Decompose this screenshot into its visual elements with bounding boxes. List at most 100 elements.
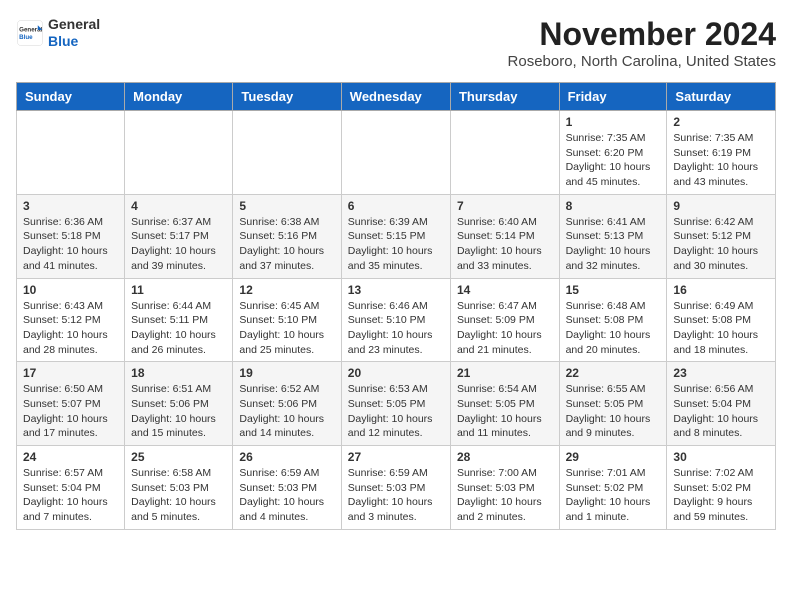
weekday-header-saturday: Saturday [667, 83, 776, 111]
calendar-cell: 3 Sunrise: 6:36 AM Sunset: 5:18 PM Daylig… [17, 194, 125, 278]
week-row-4: 17 Sunrise: 6:50 AM Sunset: 5:07 PM Dayli… [17, 362, 776, 446]
calendar-cell: 14 Sunrise: 6:47 AM Sunset: 5:09 PM Dayli… [450, 278, 559, 362]
day-number: 26 [239, 450, 334, 464]
day-info: Sunrise: 6:50 AM Sunset: 5:07 PM Dayligh… [23, 382, 118, 441]
weekday-header-thursday: Thursday [450, 83, 559, 111]
calendar-cell: 8Sunrise: 6:41 AM Sunset: 5:13 PM Daylig… [559, 194, 667, 278]
weekday-header-friday: Friday [559, 83, 667, 111]
day-info: Sunrise: 7:35 AM Sunset: 6:20 PM Dayligh… [566, 131, 661, 190]
svg-text:Blue: Blue [19, 34, 33, 41]
calendar-cell: 9 Sunrise: 6:42 AM Sunset: 5:12 PM Daylig… [667, 194, 776, 278]
day-number: 29 [566, 450, 661, 464]
day-number: 9 [673, 199, 769, 213]
day-info: Sunrise: 6:48 AM Sunset: 5:08 PM Dayligh… [566, 299, 661, 358]
calendar-cell: 20Sunrise: 6:53 AM Sunset: 5:05 PM Dayli… [341, 362, 450, 446]
logo-text-general: General [48, 16, 100, 33]
logo-icon: General Blue [16, 19, 44, 47]
calendar-cell: 28 Sunrise: 7:00 AM Sunset: 5:03 PM Dayli… [450, 446, 559, 530]
day-info: Sunrise: 6:58 AM Sunset: 5:03 PM Dayligh… [131, 466, 226, 525]
day-info: Sunrise: 7:01 AM Sunset: 5:02 PM Dayligh… [566, 466, 661, 525]
calendar-cell: 26 Sunrise: 6:59 AM Sunset: 5:03 PM Dayli… [233, 446, 341, 530]
week-row-3: 10 Sunrise: 6:43 AM Sunset: 5:12 PM Dayli… [17, 278, 776, 362]
day-info: Sunrise: 6:36 AM Sunset: 5:18 PM Dayligh… [23, 215, 118, 274]
day-number: 7 [457, 199, 553, 213]
day-number: 12 [239, 283, 334, 297]
day-number: 13 [348, 283, 444, 297]
day-number: 15 [566, 283, 661, 297]
day-info: Sunrise: 6:46 AM Sunset: 5:10 PM Dayligh… [348, 299, 444, 358]
day-number: 21 [457, 366, 553, 380]
day-number: 30 [673, 450, 769, 464]
day-number: 14 [457, 283, 553, 297]
logo: General Blue General Blue [16, 16, 100, 50]
day-info: Sunrise: 6:49 AM Sunset: 5:08 PM Dayligh… [673, 299, 769, 358]
day-number: 3 [23, 199, 118, 213]
calendar-cell: 2 Sunrise: 7:35 AM Sunset: 6:19 PM Daylig… [667, 111, 776, 195]
month-title: November 2024 [508, 16, 776, 53]
calendar-cell: 7 Sunrise: 6:40 AM Sunset: 5:14 PM Daylig… [450, 194, 559, 278]
day-number: 16 [673, 283, 769, 297]
day-info: Sunrise: 7:35 AM Sunset: 6:19 PM Dayligh… [673, 131, 769, 190]
title-block: November 2024 Roseboro, North Carolina, … [508, 16, 776, 70]
calendar-cell: 17 Sunrise: 6:50 AM Sunset: 5:07 PM Dayli… [17, 362, 125, 446]
calendar-cell: 1 Sunrise: 7:35 AM Sunset: 6:20 PM Daylig… [559, 111, 667, 195]
calendar-cell: 19 Sunrise: 6:52 AM Sunset: 5:06 PM Dayli… [233, 362, 341, 446]
calendar-cell: 30 Sunrise: 7:02 AM Sunset: 5:02 PM Dayli… [667, 446, 776, 530]
day-info: Sunrise: 6:53 AM Sunset: 5:05 PM Dayligh… [348, 382, 444, 441]
day-info: Sunrise: 6:59 AM Sunset: 5:03 PM Dayligh… [239, 466, 334, 525]
calendar-cell: 5Sunrise: 6:38 AM Sunset: 5:16 PM Daylig… [233, 194, 341, 278]
calendar-cell [17, 111, 125, 195]
day-number: 19 [239, 366, 334, 380]
day-number: 1 [566, 115, 661, 129]
day-number: 2 [673, 115, 769, 129]
day-info: Sunrise: 6:57 AM Sunset: 5:04 PM Dayligh… [23, 466, 118, 525]
weekday-header-row: SundayMondayTuesdayWednesdayThursdayFrid… [17, 83, 776, 111]
day-info: Sunrise: 7:02 AM Sunset: 5:02 PM Dayligh… [673, 466, 769, 525]
calendar-cell: 22Sunrise: 6:55 AM Sunset: 5:05 PM Dayli… [559, 362, 667, 446]
day-info: Sunrise: 7:00 AM Sunset: 5:03 PM Dayligh… [457, 466, 553, 525]
day-number: 11 [131, 283, 226, 297]
day-number: 28 [457, 450, 553, 464]
calendar-cell: 25 Sunrise: 6:58 AM Sunset: 5:03 PM Dayli… [125, 446, 233, 530]
day-number: 4 [131, 199, 226, 213]
day-number: 27 [348, 450, 444, 464]
location-text: Roseboro, North Carolina, United States [508, 53, 776, 70]
calendar-table: SundayMondayTuesdayWednesdayThursdayFrid… [16, 82, 776, 530]
calendar-cell [125, 111, 233, 195]
calendar-cell: 4 Sunrise: 6:37 AM Sunset: 5:17 PM Daylig… [125, 194, 233, 278]
calendar-cell: 21Sunrise: 6:54 AM Sunset: 5:05 PM Dayli… [450, 362, 559, 446]
day-number: 18 [131, 366, 226, 380]
week-row-2: 3 Sunrise: 6:36 AM Sunset: 5:18 PM Daylig… [17, 194, 776, 278]
day-number: 5 [239, 199, 334, 213]
calendar-cell: 15 Sunrise: 6:48 AM Sunset: 5:08 PM Dayli… [559, 278, 667, 362]
day-info: Sunrise: 6:44 AM Sunset: 5:11 PM Dayligh… [131, 299, 226, 358]
page-header: General Blue General Blue November 2024 … [16, 16, 776, 70]
day-number: 25 [131, 450, 226, 464]
calendar-cell: 23Sunrise: 6:56 AM Sunset: 5:04 PM Dayli… [667, 362, 776, 446]
day-number: 10 [23, 283, 118, 297]
day-info: Sunrise: 6:42 AM Sunset: 5:12 PM Dayligh… [673, 215, 769, 274]
calendar-cell: 6Sunrise: 6:39 AM Sunset: 5:15 PM Daylig… [341, 194, 450, 278]
day-info: Sunrise: 6:55 AM Sunset: 5:05 PM Dayligh… [566, 382, 661, 441]
day-info: Sunrise: 6:52 AM Sunset: 5:06 PM Dayligh… [239, 382, 334, 441]
day-info: Sunrise: 6:37 AM Sunset: 5:17 PM Dayligh… [131, 215, 226, 274]
day-info: Sunrise: 6:40 AM Sunset: 5:14 PM Dayligh… [457, 215, 553, 274]
weekday-header-monday: Monday [125, 83, 233, 111]
day-info: Sunrise: 6:51 AM Sunset: 5:06 PM Dayligh… [131, 382, 226, 441]
calendar-cell [341, 111, 450, 195]
weekday-header-sunday: Sunday [17, 83, 125, 111]
day-info: Sunrise: 6:43 AM Sunset: 5:12 PM Dayligh… [23, 299, 118, 358]
weekday-header-wednesday: Wednesday [341, 83, 450, 111]
day-info: Sunrise: 6:59 AM Sunset: 5:03 PM Dayligh… [348, 466, 444, 525]
day-number: 6 [348, 199, 444, 213]
day-info: Sunrise: 6:45 AM Sunset: 5:10 PM Dayligh… [239, 299, 334, 358]
week-row-5: 24Sunrise: 6:57 AM Sunset: 5:04 PM Dayli… [17, 446, 776, 530]
calendar-cell: 11 Sunrise: 6:44 AM Sunset: 5:11 PM Dayli… [125, 278, 233, 362]
day-number: 17 [23, 366, 118, 380]
calendar-cell [450, 111, 559, 195]
day-number: 8 [566, 199, 661, 213]
calendar-cell: 16 Sunrise: 6:49 AM Sunset: 5:08 PM Dayli… [667, 278, 776, 362]
calendar-cell: 10 Sunrise: 6:43 AM Sunset: 5:12 PM Dayli… [17, 278, 125, 362]
weekday-header-tuesday: Tuesday [233, 83, 341, 111]
day-info: Sunrise: 6:47 AM Sunset: 5:09 PM Dayligh… [457, 299, 553, 358]
